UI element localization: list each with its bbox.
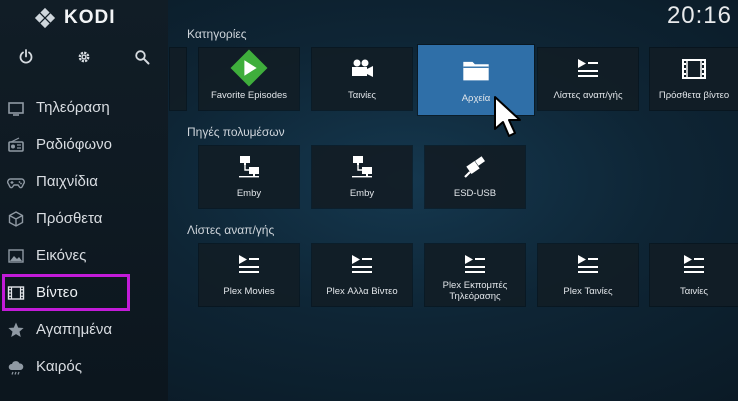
mouse-cursor-icon: [494, 96, 521, 137]
tv-icon: [6, 98, 26, 118]
tile-plex-movies[interactable]: Plex Movies: [199, 244, 299, 306]
section-label-media-sources: Πηγές πολυμέσων: [187, 125, 285, 139]
playlist-icon: [538, 252, 638, 278]
tile-label: Plex Ταινίες: [563, 286, 613, 297]
tile-label: ESD-USB: [453, 188, 497, 199]
tile-label: Λίστες αναπ/γής: [553, 90, 623, 101]
sidebar-item-label: Αγαπημένα: [36, 321, 113, 338]
playlist-icon: [199, 252, 299, 278]
tile-video-addons[interactable]: Πρόσθετα βίντεο: [650, 48, 738, 110]
tile-emby-2[interactable]: Emby: [312, 146, 412, 208]
tile-playlists[interactable]: Λίστες αναπ/γής: [538, 48, 638, 110]
top-icons: [0, 46, 168, 68]
tile-label: Ταινίες: [679, 286, 709, 297]
power-icon[interactable]: [15, 46, 37, 68]
cloud-icon: [6, 357, 26, 377]
film-icon: [6, 283, 26, 303]
usb-icon: [425, 154, 525, 180]
playlist-icon: [425, 252, 525, 278]
tile-plex-other-videos[interactable]: Plex Αλλα Βίντεο: [312, 244, 412, 306]
app-title: KODI: [64, 7, 116, 28]
sidebar-item-label: Εικόνες: [36, 247, 87, 264]
gamepad-icon: [6, 172, 26, 192]
search-icon[interactable]: [131, 46, 153, 68]
play-diamond-icon: [199, 49, 299, 87]
gear-icon[interactable]: [73, 46, 95, 68]
sidebar-item-addons[interactable]: Πρόσθετα: [0, 200, 168, 237]
section-label-playlists: Λίστες αναπ/γής: [187, 223, 275, 237]
tile-plex-films[interactable]: Plex Ταινίες: [538, 244, 638, 306]
tile-label: Plex Movies: [223, 286, 275, 297]
tile-label: Πρόσθετα βίντεο: [658, 90, 730, 101]
tile-label: Emby: [236, 188, 262, 199]
image-icon: [6, 246, 26, 266]
clock: 20:16: [666, 2, 732, 29]
sidebar-item-games[interactable]: Παιχνίδια: [0, 163, 168, 200]
section-label-categories: Κατηγορίες: [187, 27, 247, 41]
box-icon: [6, 209, 26, 229]
sidebar-item-label: Τηλεόραση: [36, 99, 110, 116]
sidebar-item-weather[interactable]: Καιρός: [0, 348, 168, 385]
network-icon: [199, 154, 299, 180]
sidebar-item-label: Βίντεο: [36, 284, 78, 301]
tile-label: Plex Εκπομπές Τηλεόρασης: [442, 280, 508, 302]
sidebar-item-favourites[interactable]: Αγαπημένα: [0, 311, 168, 348]
tile-emby-1[interactable]: Emby: [199, 146, 299, 208]
folder-icon: [418, 55, 534, 81]
playlist-icon: [650, 252, 738, 278]
sidebar-item-label: Παιχνίδια: [36, 173, 98, 190]
tile-partial[interactable]: [170, 48, 186, 110]
star-icon: [6, 320, 26, 340]
sidebar: KODI Τηλεόραση Ραδιόφωνο Παιχνίδια Πρόσθ…: [0, 0, 168, 401]
sidebar-item-videos[interactable]: Βίντεο: [2, 274, 130, 311]
kodi-logo-icon: [34, 7, 56, 29]
tile-label: Emby: [349, 188, 375, 199]
sidebar-item-radio[interactable]: Ραδιόφωνο: [0, 126, 168, 163]
tile-films[interactable]: Ταινίες: [650, 244, 738, 306]
film-icon: [650, 56, 738, 82]
network-icon: [312, 154, 412, 180]
sidebar-item-pictures[interactable]: Εικόνες: [0, 237, 168, 274]
tile-label: Plex Αλλα Βίντεο: [326, 286, 398, 297]
tile-label: Favorite Episodes: [210, 90, 288, 101]
sidebar-item-label: Ραδιόφωνο: [36, 136, 112, 153]
movie-camera-icon: [312, 56, 412, 82]
sidebar-item-label: Καιρός: [36, 358, 82, 375]
kodi-logo: KODI: [34, 6, 116, 30]
tile-plex-tv-shows[interactable]: Plex Εκπομπές Τηλεόρασης: [425, 244, 525, 306]
tile-favorite-episodes[interactable]: Favorite Episodes: [199, 48, 299, 110]
playlist-icon: [312, 252, 412, 278]
playlist-icon: [538, 56, 638, 82]
tile-movies[interactable]: Ταινίες: [312, 48, 412, 110]
radio-icon: [6, 135, 26, 155]
tile-esd-usb[interactable]: ESD-USB: [425, 146, 525, 208]
tile-label: Ταινίες: [347, 90, 377, 101]
sidebar-item-label: Πρόσθετα: [36, 210, 103, 227]
sidebar-item-tv[interactable]: Τηλεόραση: [0, 89, 168, 126]
